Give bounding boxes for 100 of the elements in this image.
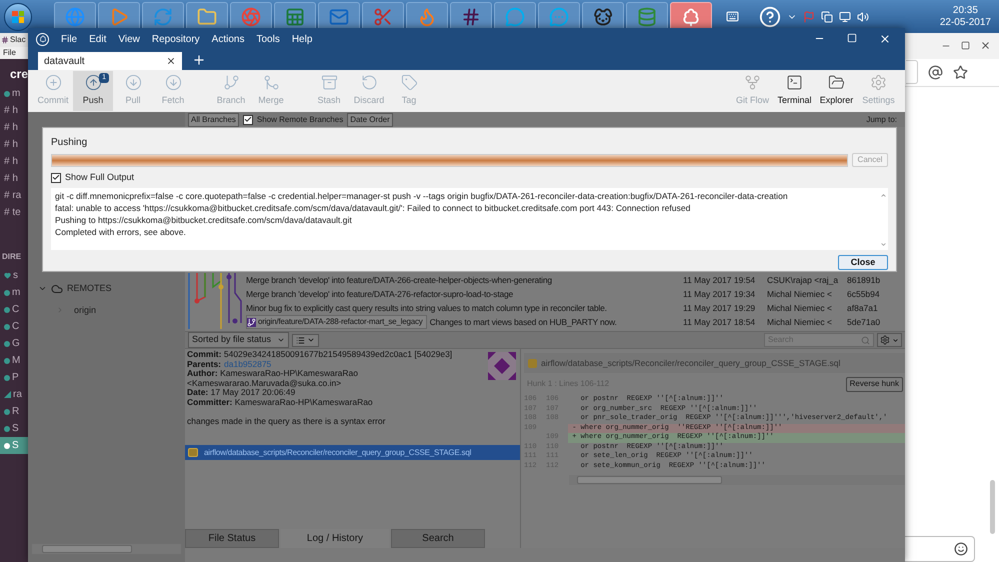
menu-item[interactable]: Tools [256,32,280,46]
channel-item[interactable]: S [0,437,28,454]
commit-hash: af8a7a1 [847,302,879,314]
commit-row[interactable]: Merge branch 'develop' into feature/DATA-266-create-helper-objects-when-generating 11 May 2017 19:54 CSUK\rajap <raj_a 861891b [243,273,905,287]
channel-item[interactable]: C [0,318,28,335]
database-icon [637,6,657,26]
folder-icon [828,74,845,92]
channel-item[interactable]: # h [0,119,28,136]
search-icon [861,336,870,344]
scroll-down-icon[interactable] [880,240,887,248]
globe-icon [65,6,85,26]
channel-item[interactable]: M [0,352,28,369]
commit-message: changes made in the query as there is a syntax error [187,416,386,426]
channel-item[interactable]: # h [0,153,28,170]
scrollbar[interactable] [569,475,905,485]
mention-icon[interactable] [928,64,943,80]
commit-row[interactable]: origin/feature/DATA-288-refactor-mart_se_legacy Changes to mart views based on HUB_PARTY now. 11 May 2017 18:54 Michal Niemiec < 5de71a0 [243,315,905,329]
window-title: Slac [10,34,26,46]
file-header: airflow/database_scripts/Reconciler/reconciler_query_group_CSSE_STAGE.sql [524,353,905,373]
repo-tab[interactable]: datavault [38,52,182,70]
modified-icon [188,448,198,457]
remote-checkbox[interactable] [242,114,253,124]
address-field[interactable] [906,60,918,84]
app-logo-icon [36,32,49,46]
close-icon[interactable] [166,56,176,66]
file-row[interactable]: airflow/database_scripts/Reconciler/reconciler_query_group_CSSE_STAGE.sql [185,445,520,460]
channel-item[interactable]: C [0,301,28,318]
output-checkbox[interactable] [51,172,61,183]
checkbox-label: Show Full Output [65,171,134,184]
cloud-icon [51,282,63,295]
settings-dropdown[interactable] [877,333,902,347]
volume-icon[interactable] [857,10,869,22]
tag-icon [400,74,418,92]
section-label: DIRE [2,251,22,263]
checkbox-label: Show Remote Branches [256,114,344,126]
menu-item[interactable]: File [61,32,78,46]
close-button[interactable]: Close [838,254,888,270]
toolbar-button[interactable]: Explorer [816,71,857,111]
star-icon[interactable] [953,64,968,80]
chat-bubble-icon [549,6,569,26]
start-button[interactable] [4,2,32,30]
channel-item[interactable]: m [0,85,28,102]
order-dropdown[interactable]: Date Order [347,112,393,126]
scrollbar[interactable] [32,544,181,554]
reverse-hunk-button[interactable]: Reverse hunk [846,376,903,392]
close-icon[interactable] [980,40,991,52]
toolbar-button[interactable]: Terminal [774,71,815,111]
commit-field: Commit: 54029e34241850091677b21549589439ed2c0ac1 [54029e3] [187,350,488,360]
channel-item[interactable]: # h [0,136,28,153]
channel-item[interactable]: m [0,284,28,301]
help-icon[interactable] [759,6,781,28]
channel-item[interactable]: ra [0,386,28,403]
channel-item[interactable]: # h [0,170,28,187]
channel-item[interactable]: S [0,420,28,437]
avatar-pattern-icon [488,352,516,380]
scissors-icon [373,6,393,26]
emoji-icon[interactable] [954,542,968,556]
channel-item[interactable]: G [0,335,28,352]
sort-dropdown[interactable]: Sorted by file status [188,332,290,348]
dog-icon [593,6,613,26]
monitor-icon[interactable] [839,10,851,22]
add-tab-icon[interactable] [192,53,206,67]
commit-author: CSUK\rajap <raj_a [767,274,840,286]
refresh-icon [153,6,173,26]
commit-hash: 5de71a0 [847,316,882,328]
view-tab[interactable]: Search [391,529,485,548]
channel-item[interactable]: s [0,267,28,284]
view-tab[interactable]: File Status [185,529,279,548]
channel-item[interactable]: # ra [0,187,28,204]
close-icon[interactable] [879,33,891,45]
menu-item[interactable]: Edit [89,32,106,46]
channel-item[interactable]: # h [0,102,28,119]
channel-item[interactable]: P [0,369,28,386]
commit-row[interactable]: Minor bug fix to explicitly cast query results into string values to match column type in reconciler table. 11 May 2017 19:29 Michal Niemiec < af8a7a1 [243,301,905,315]
menu-item[interactable]: Help [292,32,312,46]
remote-item[interactable]: origin [74,304,96,317]
branches-dropdown[interactable]: All Branches [188,112,239,126]
caret-icon [892,336,899,344]
commit-field: Author: KameswaraRao-HP\KameswaraRao <Kameswararao.Maruvada@suka.co.in> [187,369,488,388]
menu-item[interactable]: Actions [212,32,244,46]
output-line: git -c diff.mnemonicprefix=false -c core.quotepath=false -c credential.helper=manager-st push -v --tags origin bugfix/DATA-261-reconciler-data-creation:bugfix/DATA-261-reconciler-data-creation [55,190,789,202]
commit-row[interactable]: Merge branch 'develop' into feature/DATA-276-refactor-supro-load-to-stage 11 May 2017 19:34 Michal Niemiec < 6c55b94 [243,287,905,301]
commit-author: Michal Niemiec < [767,302,833,314]
menu-item[interactable]: Repository [152,32,200,46]
branch-icon [222,74,240,92]
aperture-icon [241,6,261,26]
settings-icon [880,335,890,345]
workspace-name: cre [10,66,28,83]
scroll-up-icon[interactable] [880,192,887,198]
maximize-icon[interactable] [961,41,970,50]
channel-item[interactable]: R [0,403,28,420]
commit-field: Committer: KameswaraRao-HP\KameswaraRao [187,398,488,408]
scrollbar-thumb[interactable] [990,480,995,534]
triangle-icon [4,391,11,398]
caret-icon [307,336,316,344]
keyboard-icon[interactable] [726,10,739,23]
channel-item[interactable]: # te [0,204,28,221]
branch-tag: origin/feature/DATA-288-refactor-mart_se_legacy [246,315,427,329]
menu-item[interactable]: View [118,32,140,46]
view-dropdown[interactable] [292,334,320,346]
